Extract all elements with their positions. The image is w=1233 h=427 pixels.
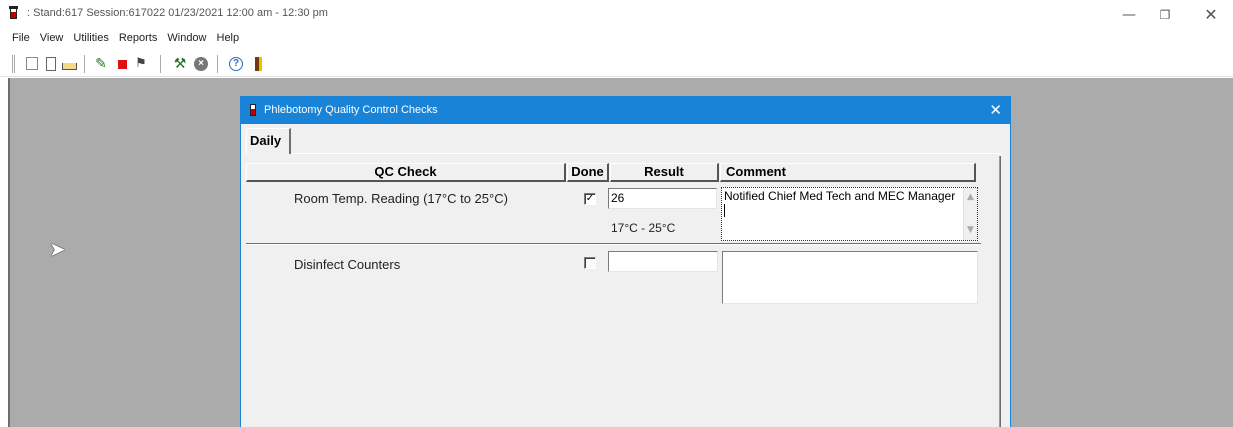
stop-icon[interactable] (113, 55, 131, 73)
menu-utilities[interactable]: Utilities (68, 30, 113, 48)
dialog-title: Phlebotomy Quality Control Checks (264, 104, 438, 116)
run-icon[interactable]: ✎ (92, 55, 110, 73)
mouse-cursor-icon: ➤ (49, 237, 66, 261)
new-icon[interactable] (24, 55, 42, 73)
tab-daily[interactable]: Daily (246, 128, 291, 154)
result-input[interactable] (608, 251, 718, 272)
test-tube-icon (250, 104, 256, 116)
app-titlebar: : Stand:617 Session:617022 01/23/2021 12… (0, 0, 1233, 30)
restore-button[interactable]: ❐ (1150, 4, 1180, 26)
header-result[interactable]: Result (610, 163, 719, 182)
test-tube-app-icon (9, 6, 18, 19)
tools-icon[interactable]: ⚒ (171, 55, 189, 73)
menu-window[interactable]: Window (162, 30, 211, 48)
text-caret (724, 204, 725, 217)
menu-reports[interactable]: Reports (114, 30, 163, 48)
cancel-icon[interactable]: × (192, 55, 210, 73)
result-range: 17°C - 25°C (611, 221, 676, 235)
menu-help[interactable]: Help (212, 30, 245, 48)
comment-textarea[interactable] (722, 251, 978, 304)
result-input[interactable]: 26 (608, 188, 717, 209)
done-checkbox[interactable] (584, 257, 596, 269)
toolbar: ✎ ⚑ ⚒ × ? (0, 50, 1233, 77)
help-icon[interactable]: ? (227, 55, 245, 73)
toolbar-grip[interactable] (12, 55, 15, 73)
qc-check-label: Room Temp. Reading (17°C to 25°C) (294, 191, 508, 206)
comment-textarea[interactable]: Notified Chief Med Tech and MEC Manager … (721, 187, 978, 241)
panel-border (999, 156, 1001, 427)
row-separator (246, 243, 981, 245)
done-checkbox[interactable]: ✓ (584, 193, 596, 205)
clipboard-icon[interactable] (42, 55, 60, 73)
menu-bar: File View Utilities Reports Window Help (0, 30, 244, 48)
header-qc-check[interactable]: QC Check (246, 163, 566, 182)
window-title: : Stand:617 Session:617022 01/23/2021 12… (27, 7, 328, 19)
qc-check-label: Disinfect Counters (294, 257, 401, 272)
mdi-left-border (8, 78, 10, 427)
header-comment[interactable]: Comment (720, 163, 976, 182)
exit-icon[interactable] (250, 55, 268, 73)
close-window-button[interactable]: ✕ (1196, 4, 1226, 26)
toolbar-separator (84, 55, 86, 73)
flag-icon[interactable]: ⚑ (132, 55, 150, 73)
menu-view[interactable]: View (35, 30, 69, 48)
scroll-up-icon[interactable]: ▲ (964, 191, 977, 204)
qc-checks-dialog: Phlebotomy Quality Control Checks ✕ Dail… (240, 96, 1011, 427)
dialog-close-button[interactable]: ✕ (989, 101, 1002, 119)
minimize-button[interactable]: — (1114, 4, 1144, 26)
menu-file[interactable]: File (0, 30, 35, 48)
toolbar-separator (217, 55, 219, 73)
comment-text: Notified Chief Med Tech and MEC Manager (724, 189, 956, 219)
header-done[interactable]: Done (567, 163, 609, 182)
comment-scrollbar[interactable]: ▲ ▼ (963, 188, 977, 240)
scroll-down-icon[interactable]: ▼ (964, 224, 977, 237)
open-folder-icon[interactable] (61, 55, 79, 73)
toolbar-separator (160, 55, 162, 73)
dialog-titlebar: Phlebotomy Quality Control Checks ✕ (241, 97, 1010, 124)
tab-border (246, 153, 1002, 154)
